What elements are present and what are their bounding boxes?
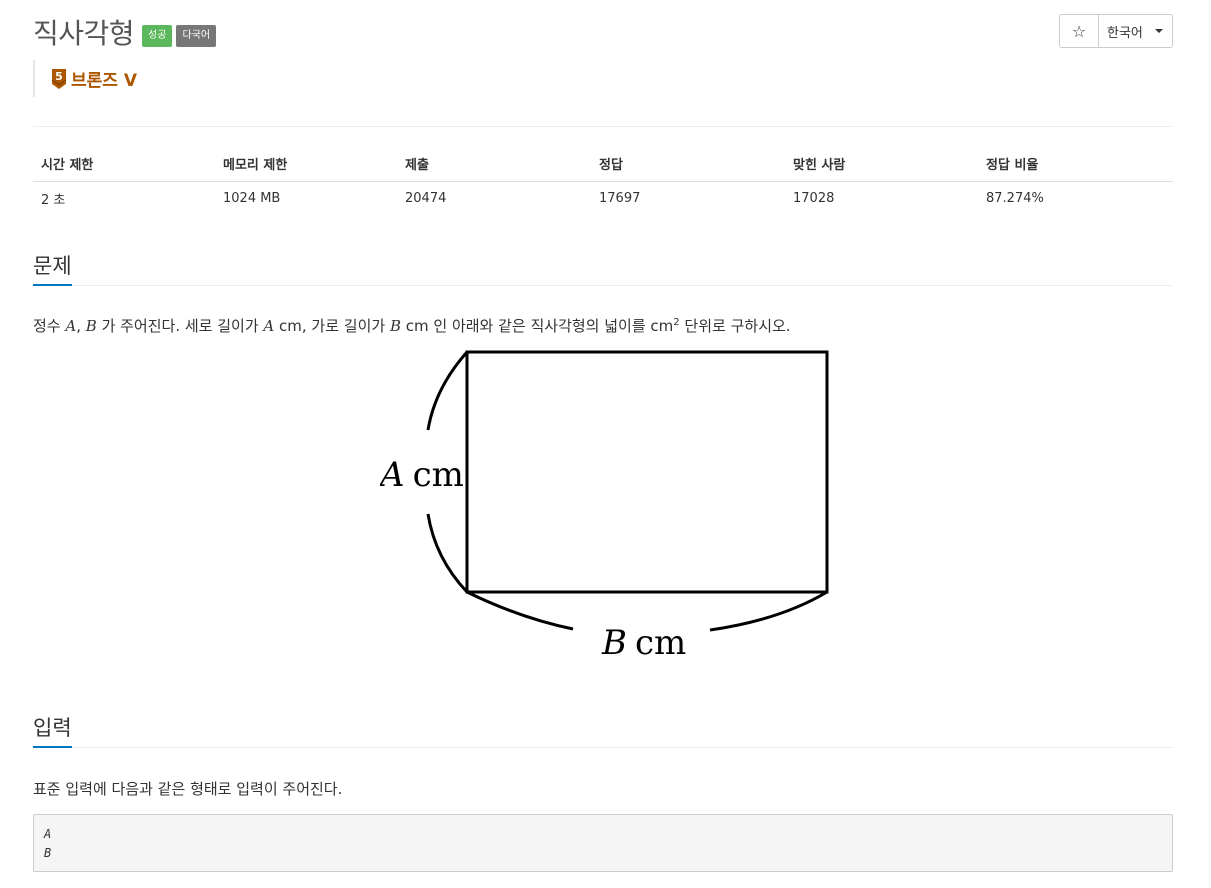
- info-header: 메모리 제한: [215, 146, 397, 182]
- info-header: 정답 비율: [978, 146, 1173, 182]
- memory-limit-value: 1024 MB: [223, 191, 281, 207]
- accepted-value[interactable]: 17697: [591, 181, 785, 216]
- label-a: Acm: [380, 455, 464, 495]
- page-title: 직사각형: [33, 17, 135, 50]
- info-value-row: 2 초 1024 MB 20474 17697 17028 87.274%: [33, 181, 1173, 216]
- info-header: 시간 제한: [33, 146, 215, 182]
- figure-arc-b-right: [709, 590, 828, 632]
- problem-description: 정수 A, B 가 주어진다. 세로 길이가 A cm, 가로 길이가 B cm…: [33, 317, 791, 335]
- input-description: 표준 입력에 다음과 같은 형태로 입력이 주어진다.: [33, 780, 343, 798]
- info-header-row: 시간 제한 메모리 제한 제출 정답 맞힌 사람 정답 비율: [33, 146, 1173, 182]
- language-dropdown[interactable]: 한국어: [1099, 14, 1173, 48]
- label-b: Bcm: [601, 623, 686, 663]
- language-label: 한국어: [1107, 25, 1143, 41]
- problem-section-header: 문제: [33, 251, 1173, 286]
- input-section-title: 입력: [33, 715, 72, 748]
- info-header: 정답: [591, 146, 785, 182]
- tier-row[interactable]: 5 브론즈 V: [33, 60, 137, 97]
- figure-arc-a-top: [426, 351, 469, 431]
- info-header: 제출: [397, 146, 591, 182]
- input-format-block: A B: [33, 814, 1173, 872]
- input-section-header: 입력: [33, 713, 1173, 748]
- bronze-tier-icon: 5: [51, 68, 67, 89]
- svg-text:5: 5: [55, 70, 63, 83]
- input-format-line: B: [44, 846, 52, 860]
- input-format-line: A: [44, 827, 52, 841]
- figure-arc-a-bottom: [426, 513, 469, 594]
- problem-info-table: 시간 제한 메모리 제한 제출 정답 맞힌 사람 정답 비율 2 초 1024 …: [33, 146, 1173, 216]
- submissions-value[interactable]: 20474: [397, 181, 591, 216]
- multilang-badge: 다국어: [176, 25, 217, 47]
- top-buttons: ☆ 한국어: [1059, 14, 1173, 48]
- tier-label[interactable]: 브론즈 V: [71, 66, 137, 91]
- accept-ratio-value: 87.274%: [986, 191, 1044, 207]
- info-header: 맞힌 사람: [785, 146, 978, 182]
- time-limit-value: 2 초: [41, 193, 66, 209]
- figure-rectangle: [465, 350, 829, 594]
- figure-arc-b-left: [466, 590, 574, 631]
- problem-section-title: 문제: [33, 253, 72, 286]
- solvers-value[interactable]: 17028: [785, 181, 978, 216]
- star-button[interactable]: ☆: [1059, 14, 1099, 48]
- rectangle-figure: Acm Bcm: [380, 350, 829, 663]
- star-icon: ☆: [1071, 21, 1087, 41]
- success-badge: 성공: [142, 25, 173, 47]
- caret-down-icon: [1154, 29, 1163, 33]
- divider: [33, 126, 1173, 127]
- title-row: 직사각형 성공 다국어: [33, 12, 217, 52]
